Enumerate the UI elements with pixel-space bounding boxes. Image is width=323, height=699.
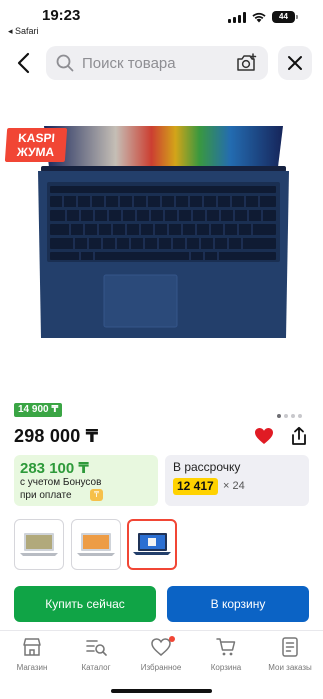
share-icon[interactable]	[289, 426, 309, 446]
buy-now-button[interactable]: Купить сейчас	[14, 586, 156, 622]
tab-favorites[interactable]: Избранное	[129, 636, 193, 672]
laptop-thumb-image	[133, 533, 171, 555]
home-indicator	[111, 689, 212, 693]
search-input[interactable]	[82, 53, 222, 73]
page-dot	[298, 414, 302, 418]
thumbnail-angle[interactable]	[71, 519, 121, 570]
page-dot	[291, 414, 295, 418]
laptop-thumb-image	[20, 533, 58, 556]
signal-icon	[228, 12, 246, 23]
installment-amount: 12 417	[173, 478, 218, 495]
tab-store[interactable]: Магазин	[0, 636, 64, 672]
bonus-price-caption-2: при оплате	[20, 490, 72, 501]
cart-icon	[216, 638, 236, 656]
favorite-heart-icon[interactable]	[254, 427, 274, 445]
tab-orders[interactable]: Мои заказы	[258, 636, 322, 672]
add-to-cart-button[interactable]: В корзину	[167, 586, 309, 622]
camera-search-icon[interactable]	[236, 52, 258, 74]
promo-badge-line1: KASPI	[17, 131, 56, 145]
bonus-badge: 14 900 ₸	[14, 403, 63, 417]
installment-card[interactable]: В рассрочку 12 417 × 24	[165, 455, 309, 506]
page-dot	[284, 414, 288, 418]
installment-title: В рассрочку	[173, 460, 241, 474]
kaspi-coin-icon: ₸	[90, 489, 103, 501]
tab-label: Избранное	[140, 663, 182, 672]
favorites-notification-dot	[169, 636, 175, 642]
close-icon	[288, 56, 302, 70]
promo-badge-line2: ЖУМА	[16, 145, 55, 159]
page-dot-active	[277, 414, 281, 418]
tab-label: Каталог	[81, 663, 111, 672]
store-icon	[23, 638, 41, 656]
tab-catalog[interactable]: Каталог	[64, 636, 128, 672]
catalog-icon	[86, 640, 107, 656]
status-time: 19:23	[42, 7, 81, 24]
thumbnail-front[interactable]	[14, 519, 64, 570]
tab-label: Мои заказы	[268, 663, 312, 672]
close-button[interactable]	[278, 46, 312, 80]
bonus-price-caption: с учетом Бонусов	[20, 477, 102, 488]
search-icon	[56, 54, 74, 72]
bonus-price-card[interactable]: 283 100 ₸ с учетом Бонусов при оплате ₸	[14, 455, 158, 506]
tab-label: Магазин	[16, 663, 48, 672]
battery-icon: 44	[272, 11, 298, 23]
product-price: 298 000 ₸	[14, 426, 99, 446]
status-bar: 19:23 ◂ Safari 44	[0, 0, 323, 40]
back-to-safari-link[interactable]: ◂ Safari	[8, 26, 39, 37]
laptop-thumb-image	[77, 533, 115, 556]
bonus-price-value: 283 100 ₸	[20, 460, 89, 477]
installment-months: × 24	[223, 480, 245, 492]
wifi-icon	[252, 12, 266, 23]
back-arrow-icon[interactable]	[12, 50, 38, 76]
tab-cart[interactable]: Корзина	[194, 636, 258, 672]
search-header	[0, 44, 323, 84]
search-bar[interactable]	[46, 46, 268, 80]
product-image-gallery[interactable]: KASPI ЖУМА	[0, 100, 323, 398]
tab-label: Корзина	[210, 663, 242, 672]
gallery-pagination	[277, 405, 305, 423]
kaspi-juma-badge: KASPI ЖУМА	[4, 128, 68, 162]
thumbnail-side[interactable]	[127, 519, 177, 570]
orders-icon	[282, 637, 298, 657]
